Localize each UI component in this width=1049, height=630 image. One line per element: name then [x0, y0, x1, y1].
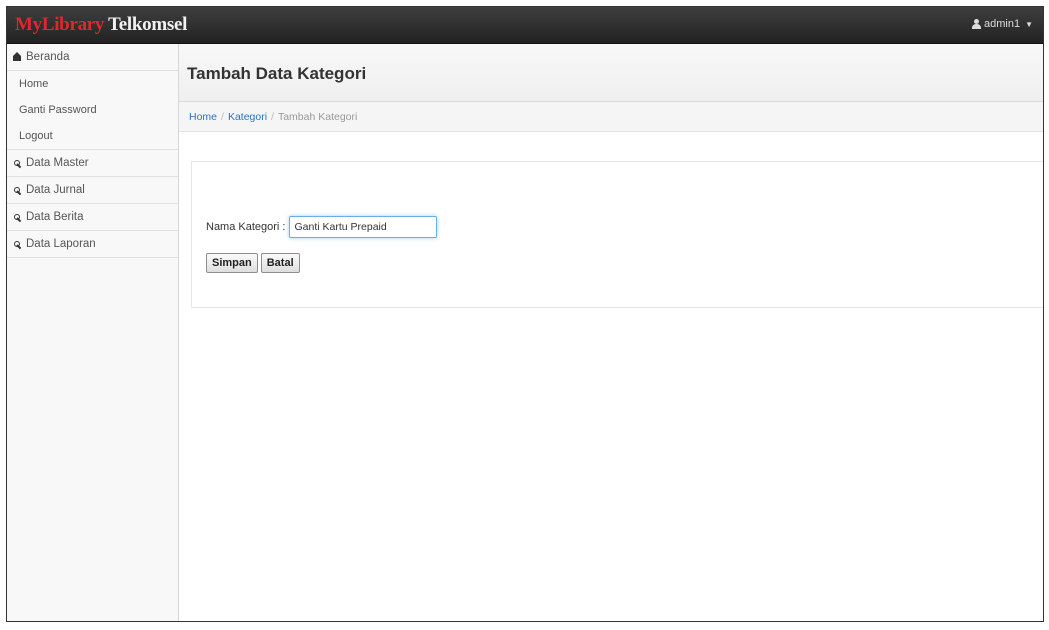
sidebar-section-label: Beranda	[26, 51, 70, 63]
breadcrumb-separator: /	[221, 111, 224, 123]
page-title: Tambah Data Kategori	[187, 64, 367, 83]
wrench-icon	[13, 213, 21, 221]
top-navbar: MyLibrary Telkomsel admin1 ▼	[7, 7, 1043, 44]
nama-kategori-input[interactable]	[289, 216, 438, 238]
breadcrumb-home[interactable]: Home	[189, 111, 217, 123]
main-content: Tambah Data Kategori Home / Kategori / Tamba…	[179, 44, 1043, 621]
sidebar-section-label: Data Master	[26, 157, 89, 169]
sidebar-section-data-jurnal[interactable]: Data Jurnal	[7, 177, 178, 204]
sidebar-section-label: Data Jurnal	[26, 184, 85, 196]
cancel-button[interactable]: Batal	[260, 253, 300, 273]
breadcrumb: Home / Kategori / Tambah Kategori	[179, 102, 1043, 132]
breadcrumb-current: Tambah Kategori	[277, 111, 358, 123]
sidebar-item-logout[interactable]: Logout	[7, 123, 178, 149]
sidebar-section-data-laporan[interactable]: Data Laporan	[7, 231, 178, 258]
sidebar-section-data-master[interactable]: Data Master	[7, 150, 178, 177]
user-name: admin1	[984, 18, 1021, 30]
user-menu-toggle[interactable]: admin1 ▼	[972, 18, 1033, 30]
sidebar-beranda-submenu: Home Ganti Password Logout	[7, 71, 178, 150]
nama-kategori-label: Nama Kategori :	[206, 221, 286, 233]
sidebar-section-label: Data Laporan	[26, 238, 96, 250]
sidebar: Beranda Home Ganti Password Logout Data …	[7, 44, 179, 621]
wrench-icon	[13, 159, 21, 167]
brand-logo[interactable]: MyLibrary Telkomsel	[15, 14, 187, 36]
chevron-down-icon: ▼	[1025, 19, 1033, 29]
wrench-icon	[13, 186, 21, 194]
user-icon	[972, 19, 981, 29]
sidebar-section-beranda[interactable]: Beranda	[7, 44, 178, 71]
nama-kategori-row: Nama Kategori :	[206, 216, 438, 238]
save-button[interactable]: Simpan	[206, 253, 258, 273]
home-icon	[13, 52, 21, 61]
form-actions: Simpan Batal	[206, 253, 300, 273]
sidebar-section-label: Data Berita	[26, 211, 84, 223]
brand-telkomsel: Telkomsel	[108, 14, 188, 35]
form-panel: Nama Kategori : Simpan Batal	[191, 161, 1043, 308]
sidebar-section-data-berita[interactable]: Data Berita	[7, 204, 178, 231]
wrench-icon	[13, 240, 21, 248]
brand-mylibrary: MyLibrary	[15, 14, 105, 35]
app-window: MyLibrary Telkomsel admin1 ▼ Beranda Home…	[6, 6, 1044, 622]
sidebar-item-ganti-password[interactable]: Ganti Password	[7, 97, 178, 123]
page-header: Tambah Data Kategori	[179, 44, 1043, 102]
sidebar-item-home[interactable]: Home	[7, 71, 178, 97]
breadcrumb-kategori[interactable]: Kategori	[228, 111, 267, 123]
breadcrumb-separator: /	[271, 111, 274, 123]
